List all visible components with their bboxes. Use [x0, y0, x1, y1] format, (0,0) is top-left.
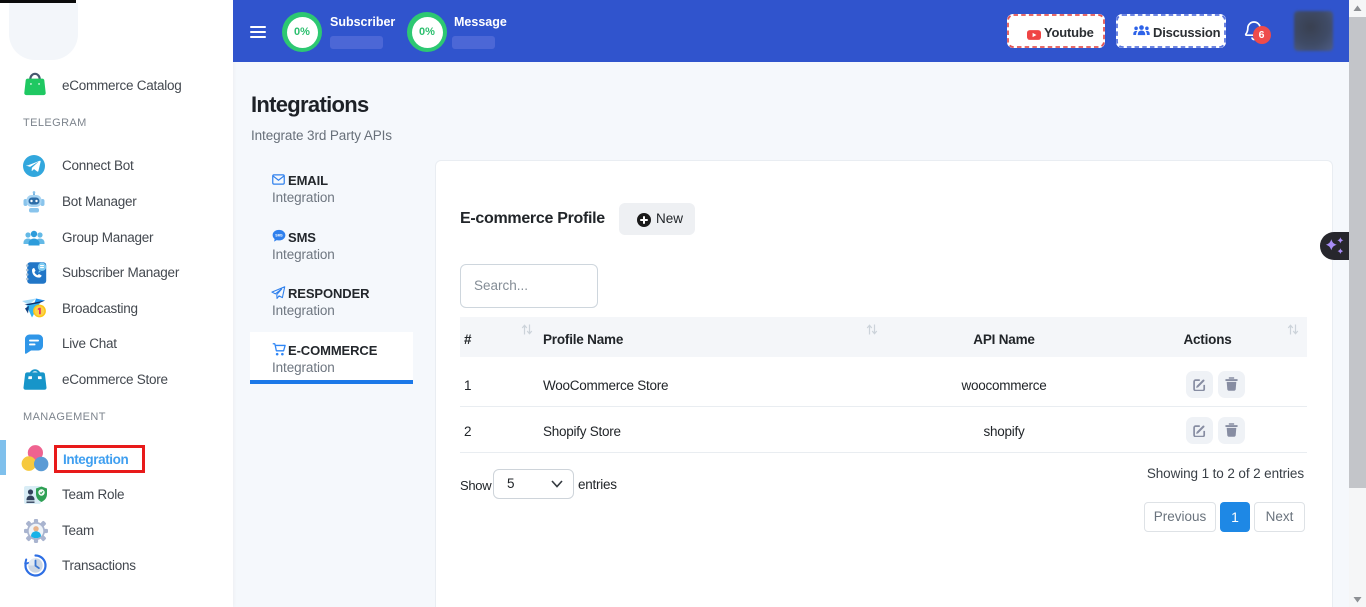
svg-text:SMS: SMS [275, 234, 283, 238]
